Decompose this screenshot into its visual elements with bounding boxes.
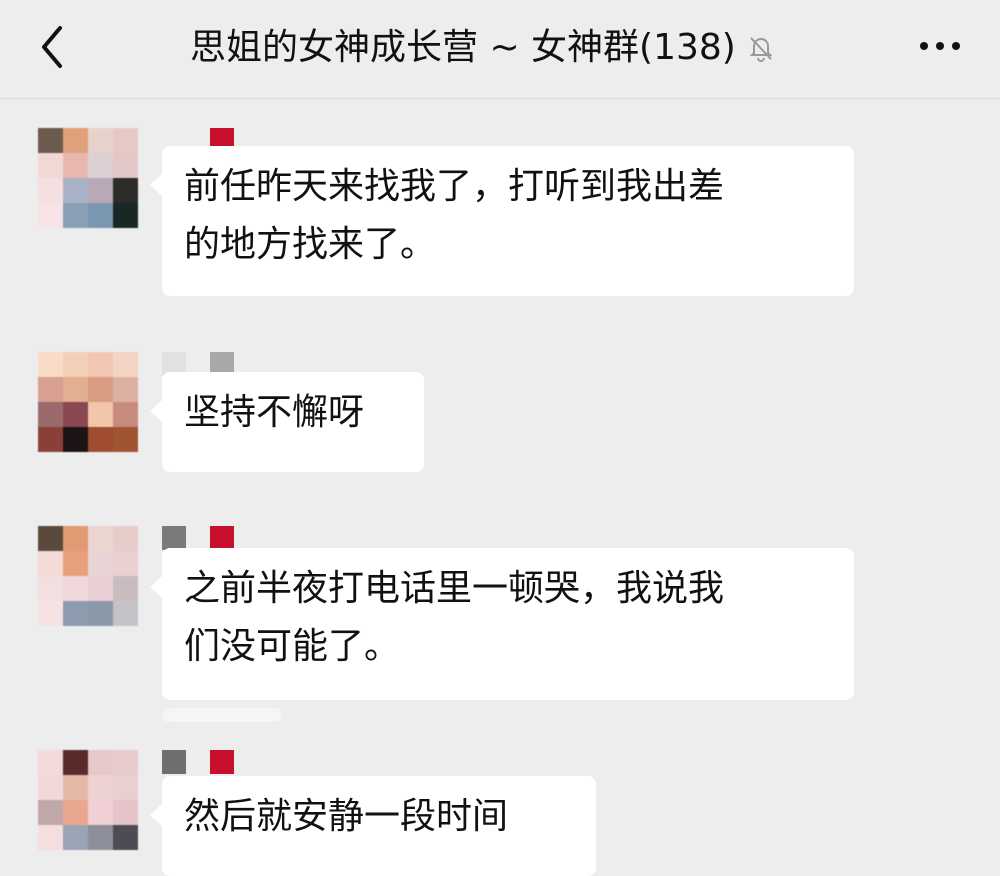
message-text-line: 们没可能了。 — [184, 626, 401, 667]
avatar[interactable] — [38, 352, 138, 452]
blur-artifact — [162, 708, 282, 722]
message-text-line: 的地方找来了。 — [184, 224, 437, 265]
avatar[interactable] — [38, 128, 138, 228]
chat-title: 思姐的女神成长营 ~ 女神群(138) — [190, 22, 776, 74]
bell-off-icon — [749, 37, 773, 62]
back-button[interactable] — [34, 22, 74, 72]
more-button[interactable] — [916, 30, 964, 62]
avatar[interactable] — [38, 750, 138, 850]
chat-header: 思姐的女神成长营 ~ 女神群(138) — [0, 0, 1000, 99]
avatar[interactable] — [38, 526, 138, 626]
chevron-left-icon — [42, 26, 62, 68]
more-horizontal-icon — [920, 42, 960, 50]
message-text-line: 前任昨天来找我了，打听到我出差 — [184, 166, 725, 207]
sender-name — [162, 750, 234, 776]
message-bubble[interactable]: 前任昨天来找我了，打听到我出差 的地方找来了。 — [150, 146, 854, 296]
chat-title-text: 思姐的女神成长营 ~ 女神群(138) — [190, 27, 736, 68]
message-bubble[interactable]: 坚持不懈呀 — [150, 372, 424, 472]
message-text-line: 之前半夜打电话里一顿哭，我说我 — [184, 568, 725, 609]
message-bubble[interactable]: 然后就安静一段时间 — [150, 776, 596, 876]
message-bubble[interactable]: 之前半夜打电话里一顿哭，我说我 们没可能了。 — [150, 548, 854, 700]
message-text-line: 然后就安静一段时间 — [184, 796, 509, 837]
message-text-line: 坚持不懈呀 — [184, 392, 365, 433]
